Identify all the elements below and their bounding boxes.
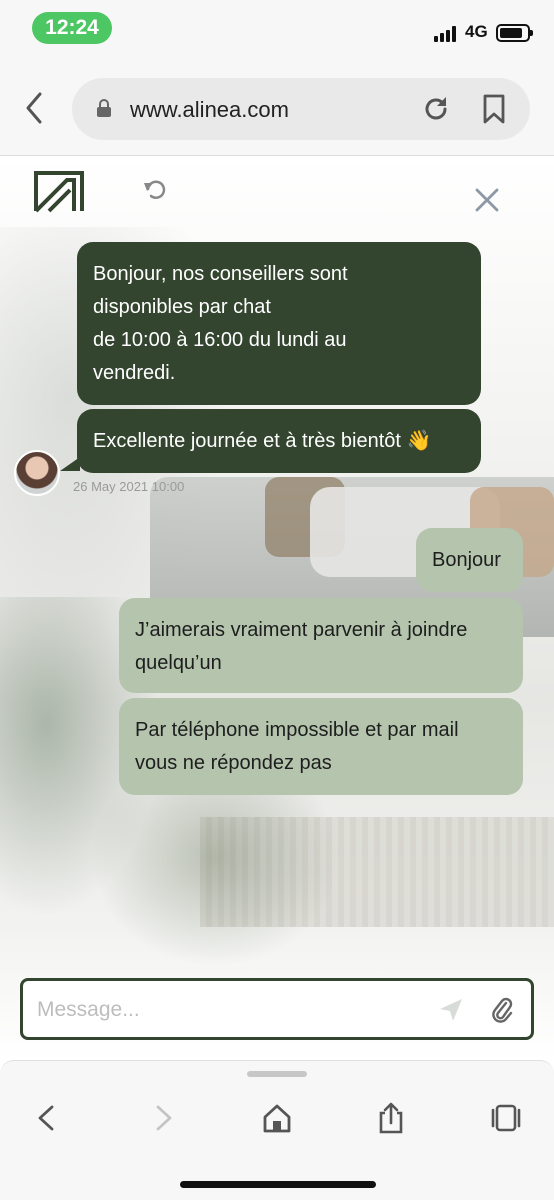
signal-icon [434, 26, 458, 42]
message-composer [20, 978, 534, 1040]
share-icon[interactable] [375, 1101, 407, 1135]
url-text: www.alinea.com [130, 97, 289, 122]
avatar [14, 450, 60, 496]
back-icon[interactable] [20, 90, 50, 126]
paperclip-icon[interactable] [490, 995, 514, 1025]
tabs-icon[interactable] [490, 1101, 522, 1135]
chat-window: Bonjour, nos conseillers sont disponible… [0, 157, 554, 1060]
send-icon[interactable] [438, 997, 464, 1023]
home-icon[interactable] [261, 1101, 293, 1135]
user-message: J’aimerais vraiment parvenir à joindre q… [119, 598, 523, 693]
browser-top-bar: www.alinea.com [0, 64, 554, 156]
home-indicator [180, 1181, 376, 1188]
sheet-grabber[interactable] [247, 1071, 307, 1077]
forward-icon[interactable] [146, 1101, 178, 1135]
user-message: Bonjour [416, 528, 523, 592]
undo-icon[interactable] [142, 177, 168, 203]
browser-bottom-bar [0, 1060, 554, 1200]
logo-icon [34, 171, 84, 213]
message-timestamp: 26 May 2021 10:00 [73, 479, 185, 494]
lock-icon [97, 99, 111, 117]
back-icon[interactable] [32, 1101, 64, 1135]
agent-message: Excellente journée et à très bientôt 👋 [77, 409, 481, 473]
status-time: 12:24 [32, 12, 112, 44]
close-icon[interactable] [474, 187, 500, 213]
address-bar[interactable]: www.alinea.com [72, 78, 530, 140]
agent-message: Bonjour, nos conseillers sont disponible… [77, 242, 481, 405]
user-message: Par téléphone impossible et par mail vou… [119, 698, 523, 795]
status-bar: 12:24 4G [0, 0, 554, 64]
message-input[interactable] [37, 995, 417, 1025]
battery-icon [496, 24, 533, 42]
bubble-tail [60, 457, 80, 471]
bookmark-icon[interactable] [482, 94, 506, 124]
reload-icon[interactable] [422, 95, 450, 123]
network-type: 4G [465, 22, 488, 41]
